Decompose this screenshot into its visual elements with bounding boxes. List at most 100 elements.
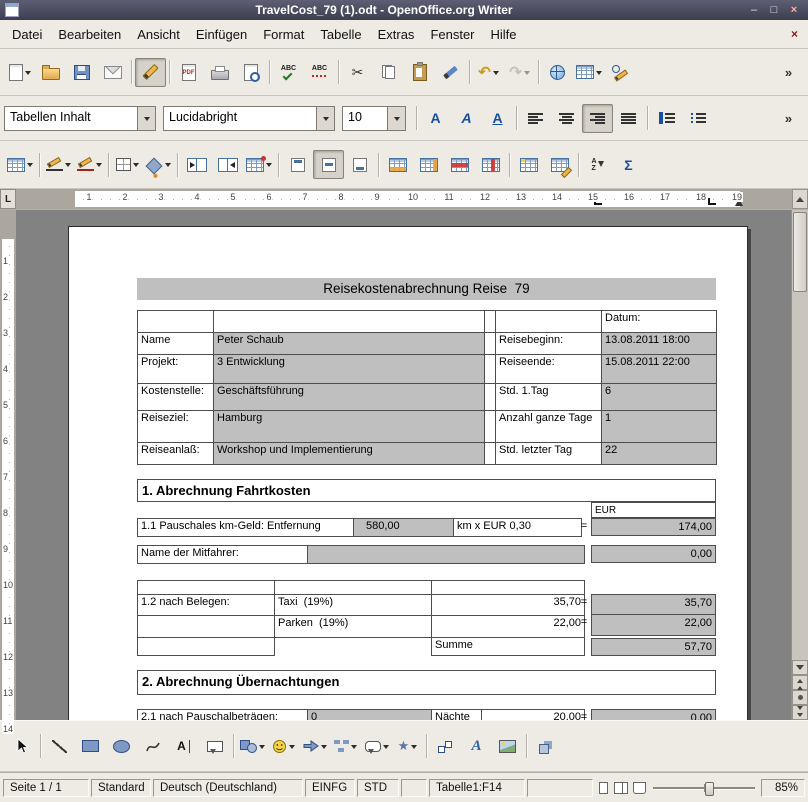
- doc-table-cell[interactable]: [485, 311, 496, 333]
- select-button[interactable]: [6, 732, 37, 761]
- doc-table-cell[interactable]: 22,00: [432, 616, 585, 638]
- doc-table-cell[interactable]: 3 Entwicklung: [214, 355, 485, 384]
- underline-button[interactable]: A: [482, 104, 513, 133]
- align-left-button[interactable]: [520, 104, 551, 133]
- new-document-button[interactable]: [4, 58, 35, 87]
- vertical-ruler[interactable]: 1234567891011121314: [0, 210, 16, 720]
- doc-table-cell[interactable]: Kostenstelle:: [138, 384, 214, 411]
- doc-table-cell[interactable]: 0: [308, 710, 432, 721]
- doc-table-cell[interactable]: [485, 443, 496, 465]
- doc-table-cell[interactable]: [275, 581, 432, 595]
- menu-item-hilfe[interactable]: Hilfe: [483, 22, 525, 47]
- optimize-button[interactable]: [243, 150, 275, 179]
- rectangle-button[interactable]: [75, 732, 106, 761]
- doc-table-cell[interactable]: Geschäftsführung: [214, 384, 485, 411]
- doc-table-cell[interactable]: [485, 411, 496, 443]
- parken-total-cell[interactable]: 22,00: [591, 614, 716, 636]
- doc-table-cell[interactable]: Std. letzter Tag: [496, 443, 602, 465]
- borders-button[interactable]: [112, 150, 143, 179]
- mitfahrer-row-table[interactable]: Name der Mitfahrer:: [137, 545, 585, 564]
- text-button[interactable]: A: [168, 732, 199, 761]
- doc-table-cell[interactable]: Anzahl ganze Tage: [496, 411, 602, 443]
- email-button[interactable]: [97, 58, 128, 87]
- line-color-button[interactable]: [74, 150, 105, 179]
- doc-table-cell[interactable]: [432, 581, 585, 595]
- uebernachtung-total-cell[interactable]: 0,00: [591, 709, 716, 720]
- flowcharts-button[interactable]: [330, 732, 361, 761]
- zoom-level[interactable]: 85%: [761, 779, 805, 797]
- doc-table-cell[interactable]: [485, 384, 496, 411]
- menu-item-bearbeiten[interactable]: Bearbeiten: [50, 22, 129, 47]
- align-right-button[interactable]: [582, 104, 613, 133]
- maximize-button[interactable]: □: [765, 3, 783, 18]
- scroll-up-button[interactable]: [792, 189, 808, 209]
- menu-item-tabelle[interactable]: Tabelle: [312, 22, 369, 47]
- toolbar-overflow-button[interactable]: »: [773, 58, 804, 87]
- callouts-button[interactable]: [361, 732, 392, 761]
- scrollbar-thumb[interactable]: [793, 212, 807, 292]
- mitfahrer-total-cell[interactable]: 0,00: [591, 545, 716, 563]
- valign-center-button[interactable]: [313, 150, 344, 179]
- selection-mode[interactable]: STD: [357, 779, 399, 797]
- symbol-shapes-button[interactable]: [268, 732, 299, 761]
- insert-table-button[interactable]: [573, 58, 605, 87]
- minimize-button[interactable]: –: [745, 3, 763, 18]
- km-row-table[interactable]: 1.1 Pauschales km-Geld: Entfernung580,00…: [137, 518, 582, 537]
- cut-button[interactable]: ✂: [342, 58, 373, 87]
- doc-table-cell[interactable]: Projekt:: [138, 355, 214, 384]
- doc-table-cell[interactable]: Nächte x: [432, 710, 482, 721]
- next-page-button[interactable]: [792, 705, 808, 720]
- doc-table-cell[interactable]: [138, 311, 214, 333]
- uebernachtung-row-table[interactable]: 2.1 nach Pauschalbeträgen:0Nächte x20,00: [137, 709, 585, 720]
- extrusion-button[interactable]: [530, 732, 561, 761]
- insert-mode[interactable]: EINFG: [305, 779, 355, 797]
- summe-total-cell[interactable]: 57,70: [591, 638, 716, 656]
- doc-table-cell[interactable]: [138, 638, 275, 656]
- fontwork-button[interactable]: A: [461, 732, 492, 761]
- doc-table-cell[interactable]: 580,00: [354, 519, 454, 537]
- merge-cells-button[interactable]: [181, 150, 212, 179]
- ellipse-button[interactable]: [106, 732, 137, 761]
- format-paintbrush-button[interactable]: [435, 58, 466, 87]
- doc-table-cell[interactable]: 2.1 nach Pauschalbeträgen:: [138, 710, 308, 721]
- menu-item-ansicht[interactable]: Ansicht: [129, 22, 188, 47]
- bold-button[interactable]: A: [420, 104, 451, 133]
- doc-table-cell[interactable]: [138, 581, 275, 595]
- doc-table-cell[interactable]: 20,00: [482, 710, 585, 721]
- insert-row-button[interactable]: [382, 150, 413, 179]
- doc-table-cell[interactable]: 1.1 Pauschales km-Geld: Entfernung: [138, 519, 354, 537]
- doc-table-cell[interactable]: [275, 638, 432, 656]
- doc-table-cell[interactable]: [308, 546, 585, 564]
- font-name-dropdown-button[interactable]: [316, 107, 334, 130]
- doc-table-cell[interactable]: Summe: [432, 638, 585, 656]
- menu-item-extras[interactable]: Extras: [370, 22, 423, 47]
- page-style[interactable]: Standard: [91, 779, 151, 797]
- delete-row-button[interactable]: [444, 150, 475, 179]
- menu-item-format[interactable]: Format: [255, 22, 312, 47]
- doc-table-cell[interactable]: [485, 333, 496, 355]
- doc-table-cell[interactable]: 1: [602, 411, 717, 443]
- auto-spellcheck-button[interactable]: ABC: [304, 58, 335, 87]
- doc-table-cell[interactable]: Reiseende:: [496, 355, 602, 384]
- print-button[interactable]: [204, 58, 235, 87]
- save-button[interactable]: [66, 58, 97, 87]
- view-single-page-button[interactable]: [595, 780, 611, 796]
- vertical-scrollbar[interactable]: [791, 210, 808, 720]
- basic-shapes-button[interactable]: [237, 732, 268, 761]
- line-button[interactable]: [44, 732, 75, 761]
- view-book-button[interactable]: [631, 780, 647, 796]
- doc-table-cell[interactable]: Parken (19%): [275, 616, 432, 638]
- paragraph-style-combo[interactable]: Tabellen Inhalt: [4, 106, 156, 131]
- autoformat-button[interactable]: [513, 150, 544, 179]
- italic-button[interactable]: A: [451, 104, 482, 133]
- zoom-thumb[interactable]: [705, 782, 714, 796]
- doc-table-cell[interactable]: [214, 311, 485, 333]
- menu-item-datei[interactable]: Datei: [4, 22, 50, 47]
- split-cells-button[interactable]: [212, 150, 243, 179]
- valign-bottom-button[interactable]: [344, 150, 375, 179]
- doc-table-cell[interactable]: Taxi (19%): [275, 595, 432, 616]
- close-button[interactable]: ×: [785, 3, 803, 18]
- sum-button[interactable]: Σ: [613, 150, 644, 179]
- doc-table-cell[interactable]: 6: [602, 384, 717, 411]
- doc-table-cell[interactable]: km x EUR 0,30: [454, 519, 582, 537]
